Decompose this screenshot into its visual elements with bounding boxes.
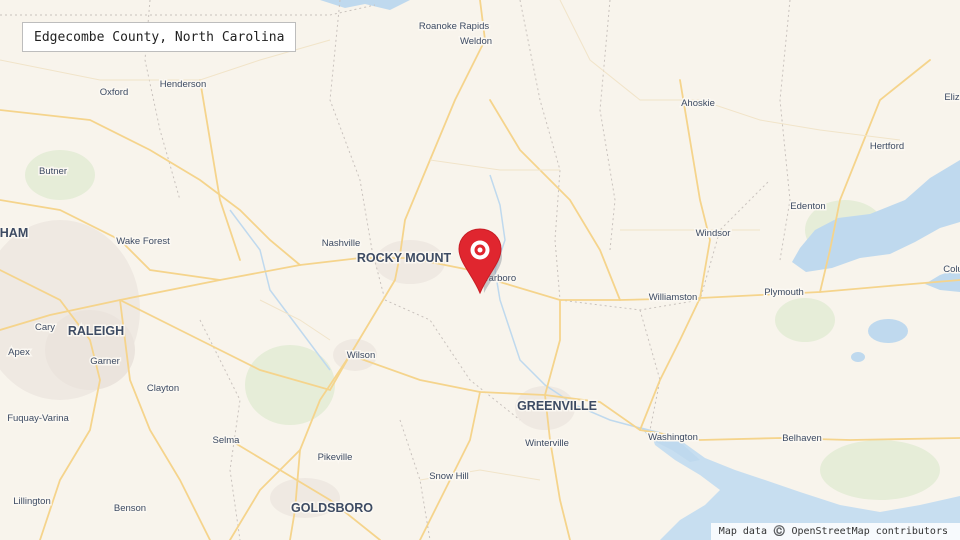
- place-label: Ahoskie: [681, 98, 715, 109]
- place-label: Belhaven: [782, 433, 822, 444]
- place-label: Wilson: [347, 350, 376, 361]
- place-label: Henderson: [160, 79, 206, 90]
- place-label: Lillington: [13, 496, 51, 507]
- place-label: Eliz: [944, 92, 960, 103]
- place-label: Pikeville: [318, 452, 353, 463]
- map-title: Edgecombe County, North Carolina: [22, 22, 297, 52]
- place-label: ROCKY MOUNT: [357, 251, 452, 265]
- place-label: Fuquay-Varina: [7, 413, 69, 424]
- place-label: Roanoke Rapids: [419, 21, 489, 32]
- place-label: HAM: [0, 226, 28, 240]
- place-label: GREENVILLE: [517, 399, 597, 413]
- place-label: Oxford: [100, 87, 129, 98]
- place-label: RALEIGH: [68, 324, 124, 338]
- place-label: Nashville: [322, 238, 361, 249]
- place-label: Winterville: [525, 438, 569, 449]
- place-label: Weldon: [460, 36, 492, 47]
- place-label: GOLDSBORO: [291, 501, 373, 515]
- place-label: Hertford: [870, 141, 904, 152]
- place-label: Snow Hill: [429, 471, 469, 482]
- place-label: Windsor: [696, 228, 731, 239]
- place-label: Butner: [39, 166, 67, 177]
- map-canvas[interactable]: Roanoke Rapids Weldon Oxford Henderson A…: [0, 0, 960, 540]
- place-label: Williamston: [649, 292, 698, 303]
- place-label: Plymouth: [764, 287, 804, 298]
- place-label: Cary: [35, 322, 55, 333]
- place-label: Washington: [648, 432, 698, 443]
- place-label: Apex: [8, 347, 30, 358]
- map-attribution[interactable]: Map data ©️ OpenStreetMap contributors: [710, 523, 960, 540]
- place-label: Colu: [943, 264, 960, 275]
- place-label: Edenton: [790, 201, 825, 212]
- place-label: Benson: [114, 503, 146, 514]
- place-label: Wake Forest: [116, 236, 170, 247]
- place-label: Clayton: [147, 383, 179, 394]
- place-label: Selma: [213, 435, 241, 446]
- place-label: Garner: [90, 356, 120, 367]
